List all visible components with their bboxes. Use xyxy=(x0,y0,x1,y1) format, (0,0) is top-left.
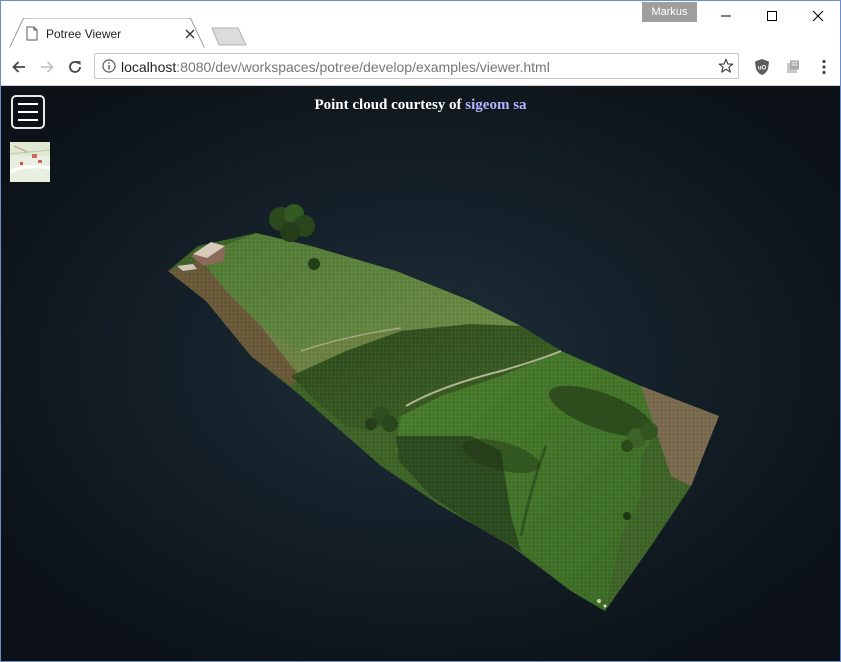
browser-window: Potree Viewer Markus localhost:8080/dev/… xyxy=(0,0,841,662)
hamburger-line xyxy=(18,111,38,113)
maximize-icon[interactable] xyxy=(749,1,795,31)
vertical-dots-icon[interactable] xyxy=(811,54,837,80)
credit-link[interactable]: sigeom sa xyxy=(465,97,526,113)
hamburger-line xyxy=(18,119,38,121)
map-thumbnail[interactable] xyxy=(10,142,50,182)
svg-text:uO: uO xyxy=(758,66,767,72)
credit-prefix: Point cloud courtesy of xyxy=(314,97,462,113)
profile-badge[interactable]: Markus xyxy=(642,2,697,22)
potree-render-area[interactable]: Point cloud courtesy of sigeom sa xyxy=(1,86,840,662)
address-bar[interactable]: localhost:8080/dev/workspaces/potree/dev… xyxy=(94,53,739,79)
point-cloud-canvas[interactable] xyxy=(1,86,840,662)
reload-icon[interactable] xyxy=(62,54,88,80)
minimize-icon[interactable] xyxy=(703,1,749,31)
arrow-left-icon[interactable] xyxy=(6,54,32,80)
browser-toolbar: localhost:8080/dev/workspaces/potree/dev… xyxy=(1,48,840,86)
hamburger-icon[interactable] xyxy=(11,95,45,129)
tab-potree-viewer[interactable]: Potree Viewer xyxy=(9,18,205,49)
tab-title: Potree Viewer xyxy=(46,27,122,41)
info-icon[interactable] xyxy=(102,59,116,78)
window-close-icon[interactable] xyxy=(795,1,840,31)
arrow-right-icon[interactable] xyxy=(34,54,60,80)
extension-icon[interactable] xyxy=(780,54,806,80)
url-path: :8080/dev/workspaces/potree/develop/exam… xyxy=(176,59,550,75)
point-cloud-credit: Point cloud courtesy of sigeom sa xyxy=(1,96,840,114)
new-tab-button[interactable] xyxy=(209,27,247,46)
page-icon xyxy=(26,26,38,46)
url-text[interactable]: localhost:8080/dev/workspaces/potree/dev… xyxy=(121,59,550,75)
url-host: localhost xyxy=(121,59,177,75)
star-icon[interactable] xyxy=(718,58,734,79)
ublock-origin-icon[interactable]: uO xyxy=(749,54,775,80)
title-bar: Potree Viewer Markus xyxy=(1,1,840,49)
close-icon[interactable] xyxy=(181,25,199,43)
hamburger-line xyxy=(18,103,38,105)
